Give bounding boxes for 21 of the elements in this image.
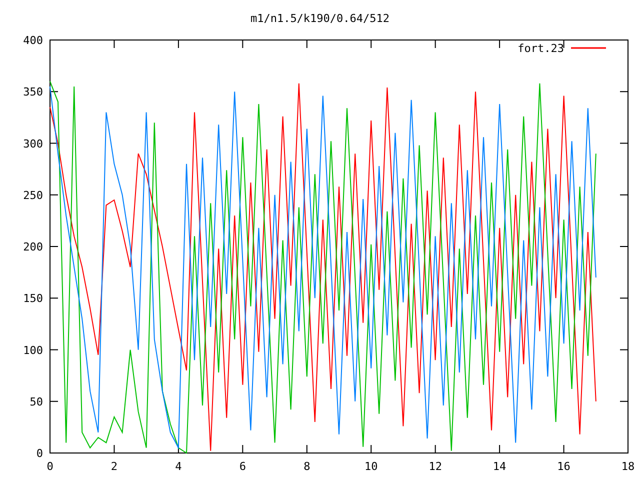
- legend-label: fort.23: [518, 42, 564, 55]
- tick-label: 18: [621, 460, 635, 473]
- tick-label: 2: [110, 460, 118, 473]
- tick-label: 300: [23, 137, 43, 150]
- tick-label: 4: [175, 460, 182, 473]
- tick-label: 150: [23, 292, 43, 306]
- tick-label: 0: [46, 460, 54, 473]
- tick-label: 6: [239, 460, 246, 473]
- tick-label: 100: [23, 344, 43, 357]
- tick-label: 0: [36, 447, 43, 460]
- tick-label: 350: [23, 86, 43, 99]
- tick-label: 14: [492, 460, 506, 473]
- tick-label: 200: [23, 240, 43, 254]
- tick-label: 8: [304, 460, 310, 473]
- chart-title: m1/n1.5/k190/0.64/512: [250, 12, 390, 25]
- tick-label: 250: [23, 188, 43, 202]
- tick-label: 10: [364, 460, 378, 473]
- tick-label: 12: [428, 460, 442, 473]
- tick-label: 50: [30, 395, 43, 408]
- tick-label: 400: [23, 34, 43, 47]
- tick-label: 16: [557, 460, 570, 473]
